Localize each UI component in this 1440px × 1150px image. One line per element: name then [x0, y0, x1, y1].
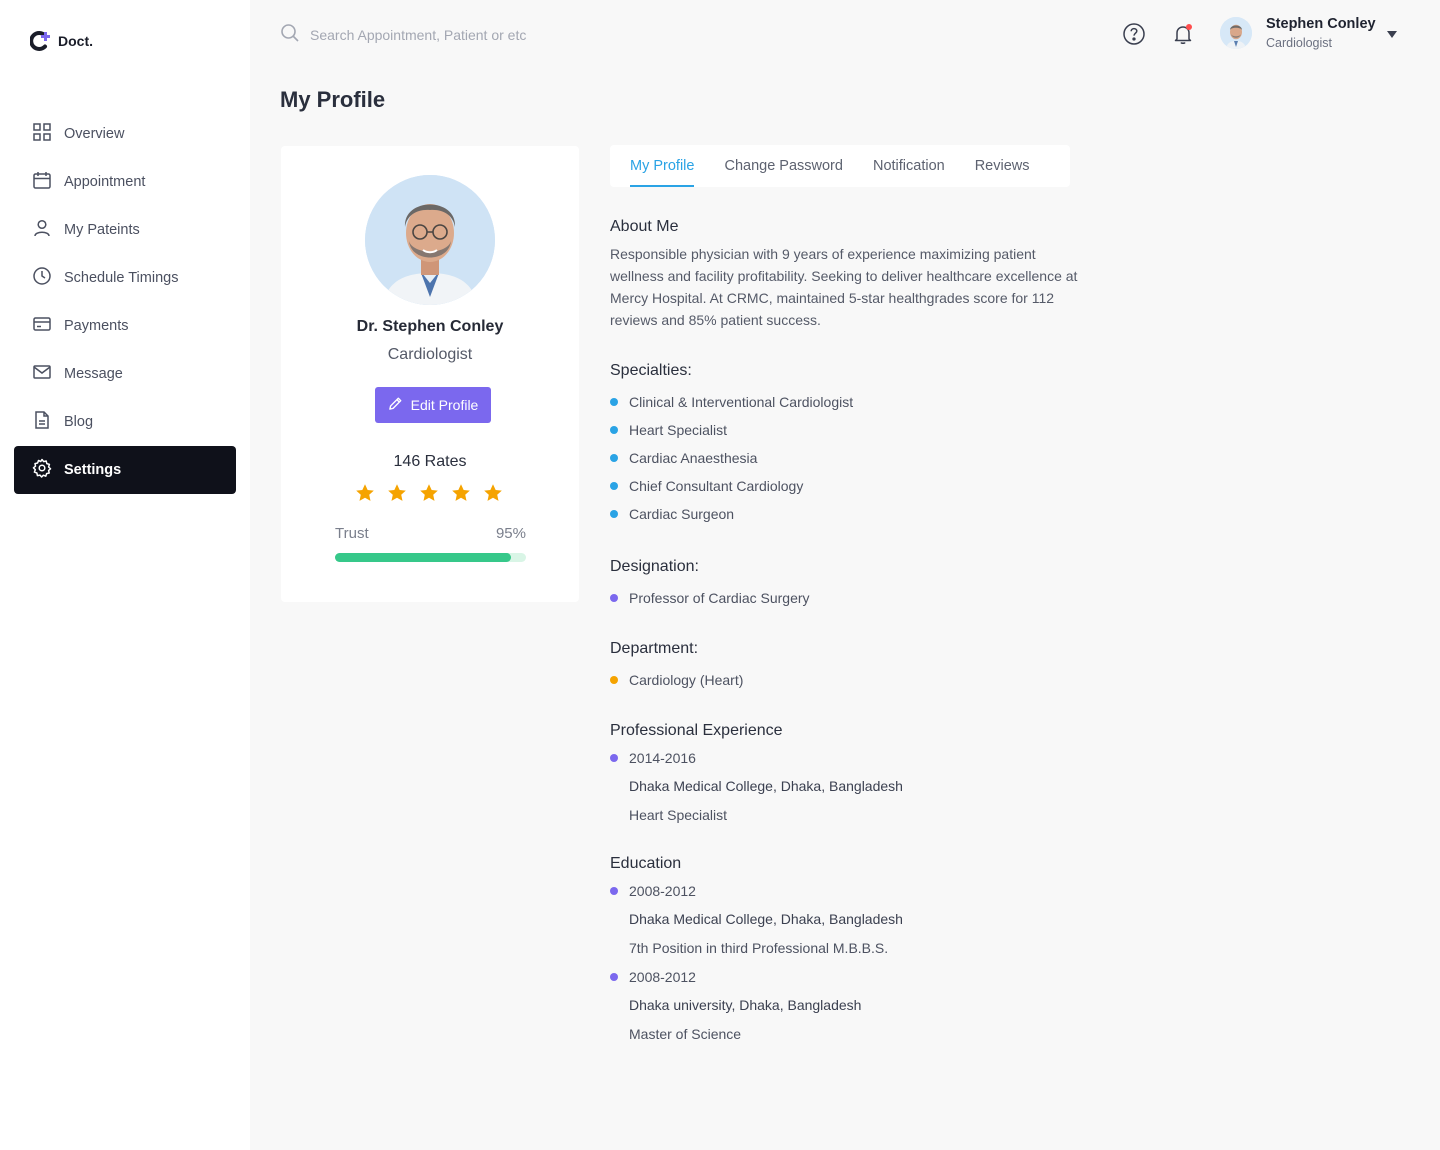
list-item: Chief Consultant Cardiology: [610, 472, 1080, 500]
mail-icon: [32, 362, 52, 386]
about-title: About Me: [610, 218, 679, 235]
user-name: Stephen Conley: [1266, 16, 1376, 32]
bell-icon: [1171, 26, 1195, 50]
education-note: 7th Position in third Professional M.B.B…: [629, 940, 889, 956]
experience-title: Professional Experience: [610, 722, 783, 739]
gear-icon: [32, 458, 52, 482]
star-icon: [354, 482, 376, 509]
trust-progress-fill: [335, 553, 511, 562]
clock-icon: [32, 266, 52, 290]
list-item: Heart Specialist: [610, 416, 1080, 444]
notification-dot: [1186, 24, 1192, 30]
sidebar-item-my-patients[interactable]: My Pateints: [14, 206, 236, 254]
education-note: Master of Science: [629, 1026, 742, 1042]
search-bar: [280, 22, 700, 48]
about-text: Responsible physician with 9 years of ex…: [610, 246, 1078, 328]
sidebar-item-label: Blog: [64, 414, 94, 430]
user-menu[interactable]: Stephen Conley Cardiologist: [1220, 16, 1376, 50]
sidebar-item-label: Payments: [64, 318, 129, 334]
edit-profile-label: Edit Profile: [410, 397, 479, 413]
education-years: 2008-2012: [610, 877, 1080, 905]
specialties-title: Specialties:: [610, 362, 692, 379]
logo-icon: [29, 30, 52, 52]
tab-notification[interactable]: Notification: [873, 145, 945, 187]
education-place: Dhaka university, Dhaka, Bangladesh: [629, 997, 862, 1013]
sidebar-item-label: Settings: [64, 462, 122, 478]
help-icon: [1122, 23, 1146, 50]
doctor-name: Dr. Stephen Conley: [356, 318, 504, 335]
list-item: Professor of Cardiac Surgery: [610, 584, 1080, 612]
star-icon: [418, 482, 440, 509]
designation-title: Designation:: [610, 558, 699, 575]
pencil-icon: [388, 396, 403, 414]
app-name: Doct.: [58, 33, 93, 49]
help-button[interactable]: [1122, 22, 1146, 46]
profile-details: About Me Responsible physician with 9 ye…: [610, 218, 1080, 1048]
sidebar-item-settings[interactable]: Settings: [14, 446, 236, 494]
user-role: Cardiologist: [1266, 36, 1333, 50]
edit-profile-button[interactable]: Edit Profile: [375, 387, 491, 423]
search-icon: [280, 23, 300, 48]
designation-list: Professor of Cardiac Surgery: [610, 584, 1080, 612]
sidebar-nav: Overview Appointment My Pateints Schedul…: [14, 110, 236, 494]
profile-tabs: My Profile Change Password Notification …: [610, 145, 1070, 187]
star-icon: [482, 482, 504, 509]
profile-card: Dr. Stephen Conley Cardiologist Edit Pro…: [281, 146, 579, 602]
avatar: [1220, 17, 1252, 49]
user-icon: [32, 218, 52, 242]
document-icon: [32, 410, 52, 434]
app-logo[interactable]: Doct.: [29, 30, 93, 52]
education-title: Education: [610, 855, 682, 872]
sidebar-item-blog[interactable]: Blog: [14, 398, 236, 446]
education-years: 2008-2012: [610, 963, 1080, 991]
education-list: 2008-2012: [610, 877, 1080, 905]
sidebar-item-label: Overview: [64, 126, 125, 142]
trust-progress-bar: [335, 553, 526, 562]
star-rating: [354, 482, 504, 509]
sidebar-item-appointment[interactable]: Appointment: [14, 158, 236, 206]
sidebar-item-label: My Pateints: [64, 222, 140, 238]
sidebar-item-schedule-timings[interactable]: Schedule Timings: [14, 254, 236, 302]
education-list: 2008-2012: [610, 963, 1080, 991]
department-list: Cardiology (Heart): [610, 666, 1080, 694]
notification-button[interactable]: [1171, 22, 1195, 46]
experience-list: 2014-2016: [610, 744, 1080, 772]
sidebar: Doct. Overview Appointment My Pateints S…: [0, 0, 250, 1150]
tab-reviews[interactable]: Reviews: [975, 145, 1030, 187]
profile-photo: [365, 175, 495, 305]
calendar-icon: [32, 170, 52, 194]
trust-value: 95%: [495, 525, 526, 542]
list-item: Cardiology (Heart): [610, 666, 1080, 694]
experience-place: Dhaka Medical College, Dhaka, Bangladesh: [629, 778, 903, 794]
list-item: Cardiac Anaesthesia: [610, 444, 1080, 472]
department-title: Department:: [610, 640, 699, 657]
sidebar-item-overview[interactable]: Overview: [14, 110, 236, 158]
star-icon: [450, 482, 472, 509]
sidebar-item-label: Appointment: [64, 174, 146, 190]
tab-change-password[interactable]: Change Password: [724, 145, 843, 187]
doctor-role: Cardiologist: [387, 346, 473, 363]
sidebar-item-payments[interactable]: Payments: [14, 302, 236, 350]
specialties-list: Clinical & Interventional Cardiologist H…: [610, 388, 1080, 528]
list-item: Clinical & Interventional Cardiologist: [610, 388, 1080, 416]
chevron-down-icon[interactable]: [1387, 31, 1397, 38]
search-input[interactable]: [310, 27, 690, 43]
tab-my-profile[interactable]: My Profile: [630, 145, 695, 187]
experience-role: Heart Specialist: [629, 807, 728, 823]
sidebar-item-label: Message: [64, 366, 123, 382]
card-icon: [32, 314, 52, 338]
trust-label: Trust: [335, 525, 369, 542]
sidebar-item-label: Schedule Timings: [64, 270, 179, 286]
experience-years: 2014-2016: [610, 744, 1080, 772]
list-item: Cardiac Surgeon: [610, 500, 1080, 528]
star-icon: [386, 482, 408, 509]
page-title: My Profile: [280, 87, 386, 112]
grid-icon: [32, 122, 52, 146]
sidebar-item-message[interactable]: Message: [14, 350, 236, 398]
rates-count: 146 Rates: [393, 453, 467, 470]
education-place: Dhaka Medical College, Dhaka, Bangladesh: [629, 911, 903, 927]
